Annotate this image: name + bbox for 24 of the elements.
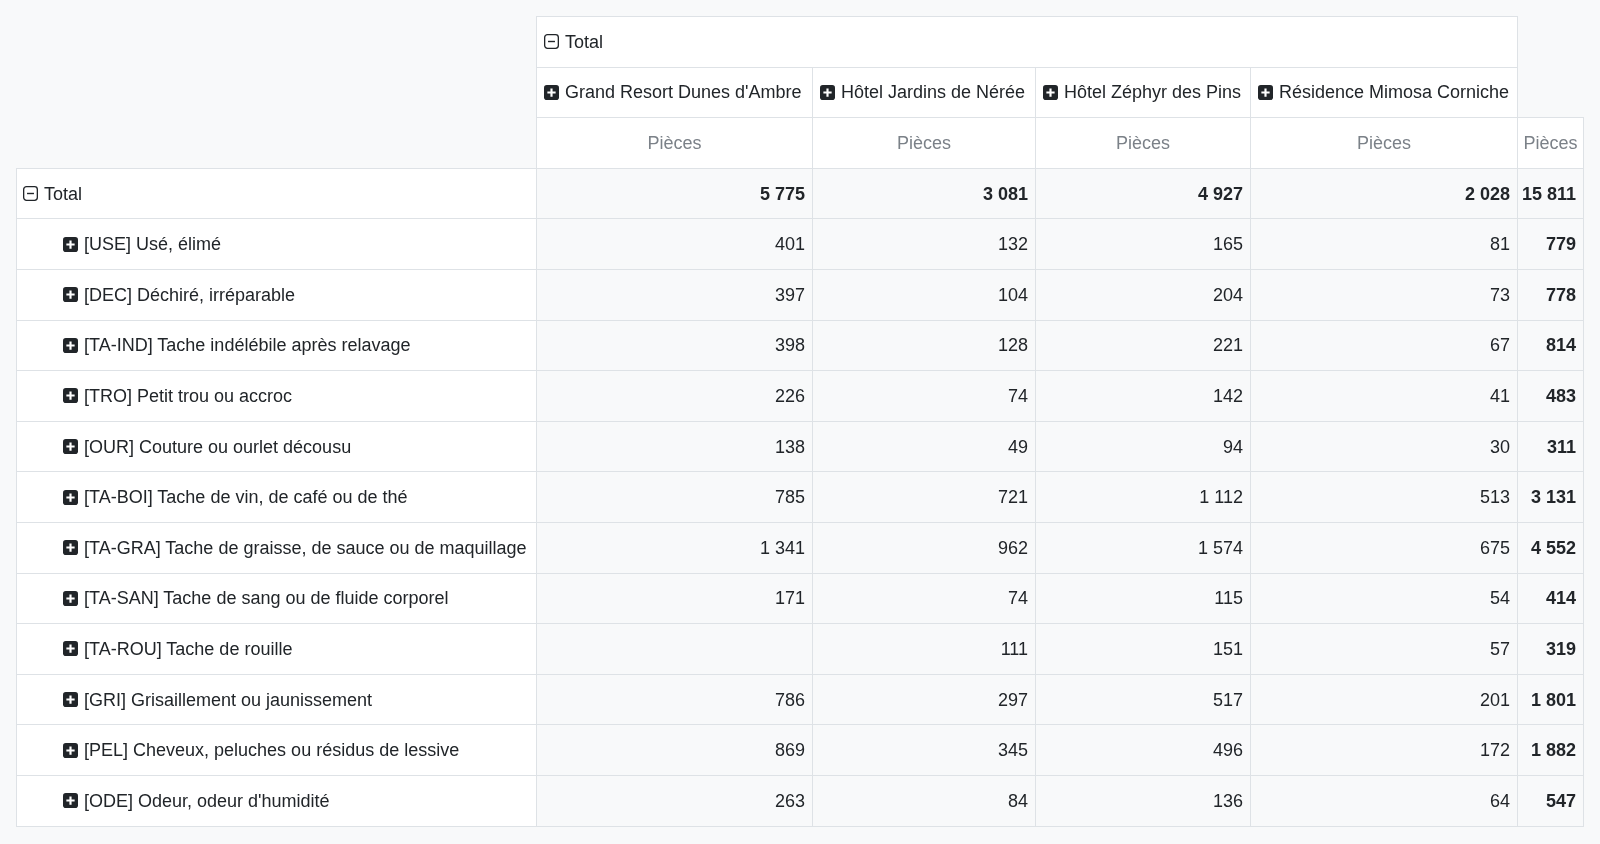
column-header[interactable]: Grand Resort Dunes d'Ambre xyxy=(536,66,813,119)
row-header[interactable]: [OUR] Couture ou ourlet décousu xyxy=(16,420,537,473)
column-header[interactable]: Hôtel Jardins de Nérée xyxy=(812,66,1036,119)
row-header[interactable]: [GRI] Grisaillement ou jaunissement xyxy=(16,673,537,726)
measure-header[interactable]: Pièces xyxy=(1517,117,1584,169)
column-header[interactable]: Total xyxy=(536,16,1518,68)
row-header[interactable]: [TA-BOI] Tache de vin, de café ou de thé xyxy=(16,471,537,523)
measure-header[interactable]: Pièces xyxy=(812,117,1036,169)
row-header[interactable]: [DEC] Déchiré, irréparable xyxy=(16,268,537,321)
row-header[interactable]: [TA-SAN] Tache de sang ou de fluide corporel xyxy=(16,572,537,625)
row-header[interactable]: [USE] Usé, élimé xyxy=(16,218,537,270)
row-header[interactable]: [TRO] Petit trou ou accroc xyxy=(16,370,537,422)
column-header[interactable]: Résidence Mimosa Corniche xyxy=(1250,66,1518,119)
row-header[interactable]: Total xyxy=(16,167,537,220)
measure-header[interactable]: Pièces xyxy=(1035,117,1251,169)
measure-header[interactable]: Pièces xyxy=(1250,117,1518,169)
column-header[interactable]: Hôtel Zéphyr des Pins xyxy=(1035,66,1251,119)
row-header[interactable]: [ODE] Odeur, odeur d'humidité xyxy=(16,774,537,827)
row-header[interactable]: [TA-GRA] Tache de graisse, de sauce ou de maquillage xyxy=(16,521,537,574)
row-header[interactable]: [TA-IND] Tache indélébile après relavage xyxy=(16,319,537,372)
total-cell: 547 xyxy=(1517,774,1584,827)
row-header[interactable]: [PEL] Cheveux, peluches ou résidus de lessive xyxy=(16,724,537,776)
row-header[interactable]: [TA-ROU] Tache de rouille xyxy=(16,623,537,675)
measure-header[interactable]: Pièces xyxy=(536,117,813,169)
